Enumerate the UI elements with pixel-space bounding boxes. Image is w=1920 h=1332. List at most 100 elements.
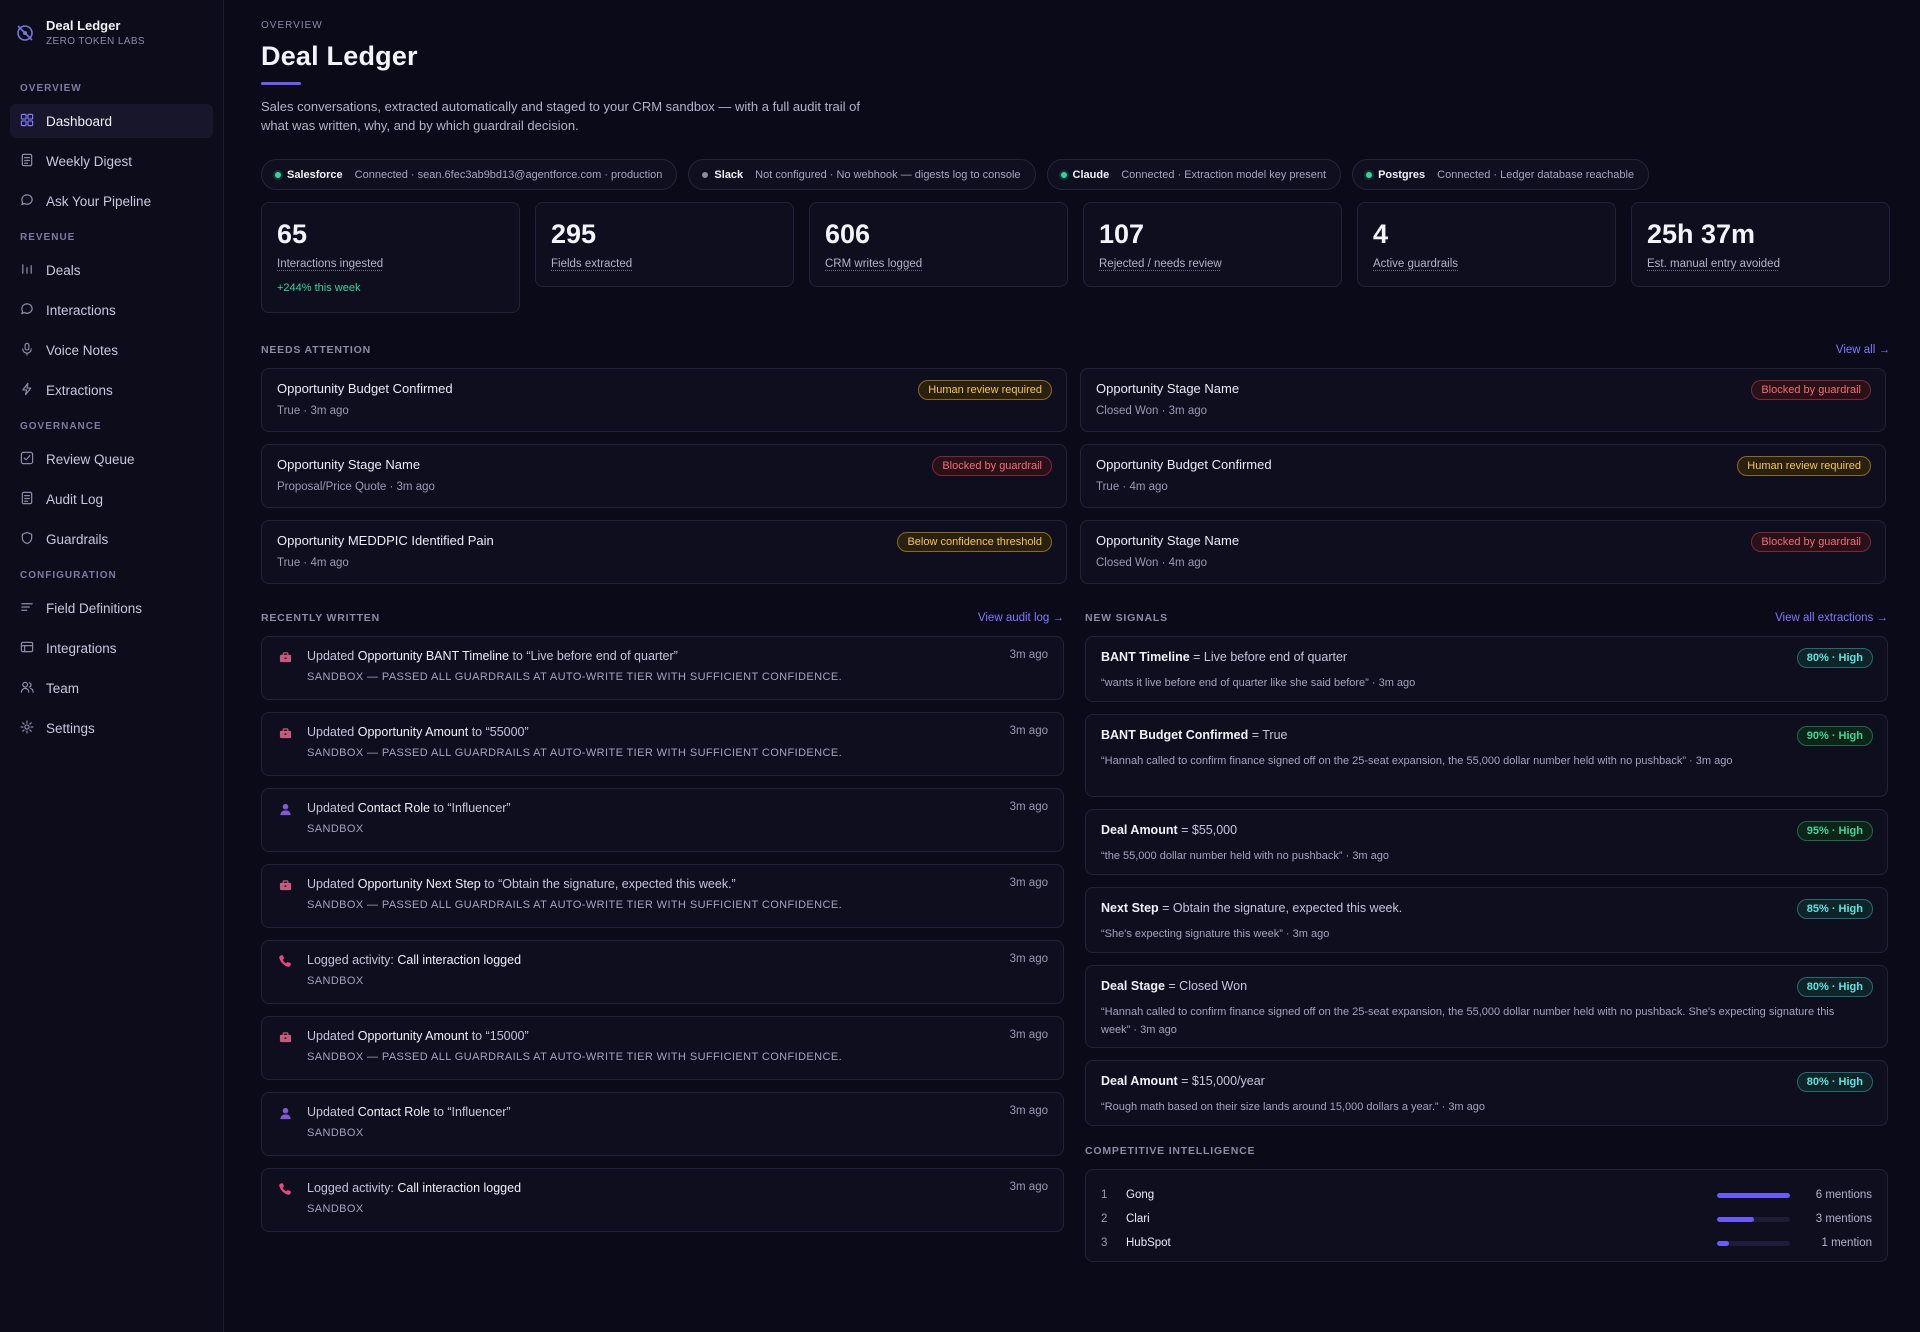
integration-pill-salesforce[interactable]: Salesforce Connected · sean.6fec3ab9bd13@… <box>261 159 677 190</box>
status-dot <box>1366 172 1372 178</box>
kpi-card: 25h 37m Est. manual entry avoided <box>1631 202 1890 287</box>
attention-item[interactable]: Opportunity MEDDPIC Identified Pain True … <box>261 520 1067 584</box>
view-all-extractions-link[interactable]: View all extractions → <box>1775 612 1888 624</box>
integration-detail: Connected · Ledger database reachable <box>1437 169 1634 181</box>
audit-reason: SANDBOX <box>307 823 511 835</box>
kpi-label[interactable]: Interactions ingested <box>277 258 504 270</box>
document-icon <box>20 491 34 508</box>
attention-meta: Closed Won · 3m ago <box>1096 405 1870 417</box>
audit-entry[interactable]: Updated Opportunity Amount to “15000” SAN… <box>261 1016 1064 1080</box>
kpi-label[interactable]: CRM writes logged <box>825 258 1052 270</box>
audit-entry[interactable]: Logged activity: Call interaction logged… <box>261 940 1064 1004</box>
kpi-value: 107 <box>1099 219 1326 250</box>
kpi-label[interactable]: Rejected / needs review <box>1099 258 1326 270</box>
nav-section: CONFIGURATION Field Definitions Integratio… <box>10 570 213 745</box>
view-all-link[interactable]: View all → <box>1836 344 1890 356</box>
recently-written-title: RECENTLY WRITTEN <box>261 612 380 624</box>
kpi-value: 606 <box>825 219 1052 250</box>
audit-entry[interactable]: Updated Opportunity Next Step to “Obtain… <box>261 864 1064 928</box>
sidebar-item-review-queue[interactable]: Review Queue <box>10 442 213 476</box>
sidebar-item-guardrails[interactable]: Guardrails <box>10 522 213 556</box>
audit-suffix: to “55000” <box>468 725 528 739</box>
shield-icon <box>20 531 34 548</box>
sidebar-item-label: Field Definitions <box>46 601 142 616</box>
document-icon <box>20 153 34 170</box>
signal-quote: “Hannah called to confirm finance signed… <box>1101 1003 1872 1039</box>
nav-section-heading: CONFIGURATION <box>10 570 213 581</box>
audit-entry-text: Updated Opportunity Next Step to “Obtain… <box>307 877 842 891</box>
kpi-value: 25h 37m <box>1647 219 1874 250</box>
sidebar-item-audit-log[interactable]: Audit Log <box>10 482 213 516</box>
timestamp: 3m ago <box>1010 877 1048 889</box>
sidebar-item-ask-your-pipeline[interactable]: Ask Your Pipeline <box>10 184 213 218</box>
timestamp: 3m ago <box>1010 649 1048 661</box>
sidebar-item-extractions[interactable]: Extractions <box>10 373 213 407</box>
signal-item[interactable]: BANT Budget Confirmed = True “Hannah call… <box>1085 714 1888 797</box>
status-dot <box>1061 172 1067 178</box>
sidebar-item-integrations[interactable]: Integrations <box>10 631 213 665</box>
integration-pill-slack[interactable]: Slack Not configured · No webhook — diges… <box>688 159 1035 190</box>
audit-reason: SANDBOX — PASSED ALL GUARDRAILS AT AUTO-… <box>307 899 842 911</box>
signal-item[interactable]: Next Step = Obtain the signature, expect… <box>1085 887 1888 953</box>
attention-item[interactable]: Opportunity Stage Name Closed Won · 3m ag… <box>1080 368 1886 432</box>
sidebar-item-label: Review Queue <box>46 452 135 467</box>
audit-entry-body: Updated Opportunity Next Step to “Obtain… <box>307 877 842 927</box>
page-description: Sales conversations, extracted automatic… <box>261 97 881 135</box>
integration-pill-claude[interactable]: Claude Connected · Extraction model key p… <box>1047 159 1342 190</box>
mentions-count: 3 mentions <box>1802 1213 1872 1225</box>
attention-item[interactable]: Opportunity Budget Confirmed True · 4m ag… <box>1080 444 1886 508</box>
competitor-row[interactable]: 2 Clari 3 mentions <box>1101 1207 1872 1231</box>
audit-reason: SANDBOX — PASSED ALL GUARDRAILS AT AUTO-… <box>307 671 842 683</box>
signal-text: BANT Budget Confirmed = True <box>1101 728 1872 742</box>
signal-item[interactable]: Deal Stage = Closed Won “Hannah called to… <box>1085 965 1888 1048</box>
audit-field: Call interaction logged <box>397 1181 521 1195</box>
audit-entry[interactable]: Updated Opportunity Amount to “55000” SAN… <box>261 712 1064 776</box>
audit-entry[interactable]: Updated Opportunity BANT Timeline to “Li… <box>261 636 1064 700</box>
view-audit-log-link[interactable]: View audit log → <box>978 612 1064 624</box>
timestamp: 3m ago <box>1010 1181 1048 1193</box>
kpi-label[interactable]: Fields extracted <box>551 258 778 270</box>
audit-entry[interactable]: Updated Contact Role to “Influencer” SAND… <box>261 1092 1064 1156</box>
signal-item[interactable]: Deal Amount = $15,000/year “Rough math ba… <box>1085 1060 1888 1126</box>
audit-entry[interactable]: Logged activity: Call interaction logged… <box>261 1168 1064 1232</box>
sidebar-item-settings[interactable]: Settings <box>10 711 213 745</box>
integration-name: Salesforce <box>287 169 343 181</box>
signal-item[interactable]: BANT Timeline = Live before end of quart… <box>1085 636 1888 702</box>
signal-text: Deal Stage = Closed Won <box>1101 979 1872 993</box>
status-badge: Blocked by guardrail <box>1751 532 1871 552</box>
competitor-row[interactable]: 1 Gong 6 mentions <box>1101 1183 1872 1207</box>
sidebar-item-weekly-digest[interactable]: Weekly Digest <box>10 144 213 178</box>
briefcase-icon <box>277 649 293 665</box>
signal-quote: “wants it live before end of quarter lik… <box>1101 674 1872 692</box>
integration-pill-postgres[interactable]: Postgres Connected · Ledger database reac… <box>1352 159 1649 190</box>
sidebar-item-deals[interactable]: Deals <box>10 253 213 287</box>
kpi-label[interactable]: Est. manual entry avoided <box>1647 258 1874 270</box>
brand[interactable]: Deal Ledger ZERO TOKEN LABS <box>10 16 213 71</box>
competitive-title: COMPETITIVE INTELLIGENCE <box>1085 1145 1255 1157</box>
audit-field: Opportunity Amount <box>358 725 468 739</box>
audit-field: Opportunity BANT Timeline <box>358 649 509 663</box>
audit-reason: SANDBOX — PASSED ALL GUARDRAILS AT AUTO-… <box>307 747 842 759</box>
signal-field: Deal Amount <box>1101 823 1178 837</box>
bolt-icon <box>20 382 34 399</box>
attention-item[interactable]: Opportunity Budget Confirmed True · 3m ag… <box>261 368 1067 432</box>
signal-item[interactable]: Deal Amount = $55,000 “the 55,000 dollar … <box>1085 809 1888 875</box>
sidebar-item-team[interactable]: Team <box>10 671 213 705</box>
audit-field: Call interaction logged <box>397 953 521 967</box>
audit-reason: SANDBOX <box>307 1203 521 1215</box>
attention-item[interactable]: Opportunity Stage Name Closed Won · 4m ag… <box>1080 520 1886 584</box>
confidence-badge: 85% · High <box>1797 899 1873 919</box>
sidebar-item-interactions[interactable]: Interactions <box>10 293 213 327</box>
sidebar-item-voice-notes[interactable]: Voice Notes <box>10 333 213 367</box>
audit-entry[interactable]: Updated Contact Role to “Influencer” SAND… <box>261 788 1064 852</box>
competitor-row[interactable]: 3 HubSpot 1 mention <box>1101 1231 1872 1255</box>
sidebar-item-label: Dashboard <box>46 114 112 129</box>
kpi-label[interactable]: Active guardrails <box>1373 258 1600 270</box>
title-underline <box>261 82 301 85</box>
sidebar-item-label: Integrations <box>46 641 117 656</box>
sidebar-item-field-definitions[interactable]: Field Definitions <box>10 591 213 625</box>
attention-item[interactable]: Opportunity Stage Name Proposal/Price Quo… <box>261 444 1067 508</box>
sidebar-item-label: Settings <box>46 721 95 736</box>
sidebar-item-dashboard[interactable]: Dashboard <box>10 104 213 138</box>
signal-quote: “Hannah called to confirm finance signed… <box>1101 752 1872 770</box>
